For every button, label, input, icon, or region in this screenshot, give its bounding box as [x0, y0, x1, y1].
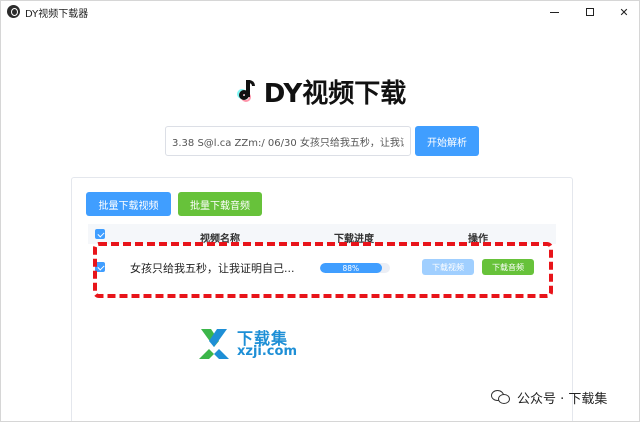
page-title: DY视频下载 [263, 78, 407, 109]
share-link-input[interactable] [165, 126, 411, 156]
maximize-icon [586, 8, 594, 16]
highlight-annotation [93, 242, 553, 298]
minimize-button[interactable] [537, 1, 571, 23]
download-arrow-icon [199, 329, 229, 359]
maximize-button[interactable] [573, 1, 607, 23]
app-icon [7, 5, 20, 18]
app-window: DY视频下载器 ✕ DY视频下载 开始解析 批量下载视频 批量下载音频 视频名称… [0, 0, 640, 422]
download-panel: 批量下载视频 批量下载音频 视频名称 下载进度 操作 女孩只给我五秒，让我证明自… [71, 177, 573, 421]
window-title: DY视频下载器 [25, 9, 89, 20]
close-icon: ✕ [619, 5, 629, 19]
batch-download-video-button[interactable]: 批量下载视频 [86, 192, 171, 216]
minimize-icon [549, 11, 559, 13]
wechat-footer: 公众号 · 下载集 [491, 387, 607, 407]
watermark-url: xzji.com [237, 344, 297, 359]
select-all-checkbox[interactable] [95, 229, 105, 239]
parse-button[interactable]: 开始解析 [415, 126, 479, 156]
title-bar: DY视频下载器 ✕ [1, 1, 639, 23]
tiktok-logo-icon [236, 79, 256, 103]
table-header: 视频名称 下载进度 操作 [88, 224, 556, 245]
wechat-icon [491, 389, 511, 405]
batch-download-audio-button[interactable]: 批量下载音频 [178, 192, 262, 216]
watermark-logo: 下载集 xzji.com [197, 325, 309, 361]
app-header: DY视频下载 [1, 73, 639, 109]
wechat-label: 公众号 · 下载集 [517, 391, 608, 407]
close-button[interactable]: ✕ [607, 1, 639, 23]
